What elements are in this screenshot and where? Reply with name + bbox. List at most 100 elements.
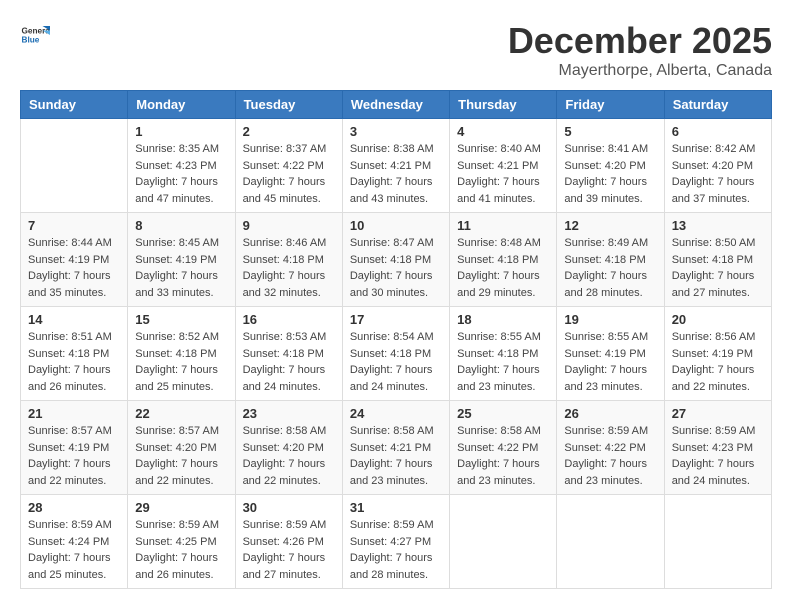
day-info: Sunrise: 8:52 AM Sunset: 4:18 PM Dayligh…: [135, 329, 227, 395]
calendar-cell: [664, 495, 771, 589]
calendar-week-row: 1 Sunrise: 8:35 AM Sunset: 4:23 PM Daylig…: [21, 119, 772, 213]
day-number: 14: [28, 312, 120, 327]
calendar-cell: 16Sunrise: 8:53 AM Sunset: 4:18 PM Dayli…: [235, 307, 342, 401]
day-info: Sunrise: 8:59 AM Sunset: 4:22 PM Dayligh…: [564, 423, 656, 489]
day-number: 16: [243, 312, 335, 327]
day-info: Sunrise: 8:46 AM Sunset: 4:18 PM Dayligh…: [243, 235, 335, 301]
weekday-header-row: SundayMondayTuesdayWednesdayThursdayFrid…: [21, 91, 772, 119]
calendar-cell: 11Sunrise: 8:48 AM Sunset: 4:18 PM Dayli…: [450, 213, 557, 307]
day-number: 13: [672, 218, 764, 233]
day-info: Sunrise: 8:58 AM Sunset: 4:22 PM Dayligh…: [457, 423, 549, 489]
day-info: Sunrise: 8:58 AM Sunset: 4:20 PM Dayligh…: [243, 423, 335, 489]
day-info: Sunrise: 8:54 AM Sunset: 4:18 PM Dayligh…: [350, 329, 442, 395]
calendar-cell: 20Sunrise: 8:56 AM Sunset: 4:19 PM Dayli…: [664, 307, 771, 401]
calendar-cell: [450, 495, 557, 589]
calendar-cell: 8 Sunrise: 8:45 AM Sunset: 4:19 PM Daylig…: [128, 213, 235, 307]
day-number: 31: [350, 500, 442, 515]
day-info: Sunrise: 8:59 AM Sunset: 4:26 PM Dayligh…: [243, 517, 335, 583]
calendar-cell: 31 Sunrise: 8:59 AM Sunset: 4:27 PM Dayli…: [342, 495, 449, 589]
day-number: 28: [28, 500, 120, 515]
calendar-week-row: 21 Sunrise: 8:57 AM Sunset: 4:19 PM Dayli…: [21, 401, 772, 495]
day-info: Sunrise: 8:51 AM Sunset: 4:18 PM Dayligh…: [28, 329, 120, 395]
day-info: Sunrise: 8:59 AM Sunset: 4:25 PM Dayligh…: [135, 517, 227, 583]
calendar-cell: 19Sunrise: 8:55 AM Sunset: 4:19 PM Dayli…: [557, 307, 664, 401]
calendar-cell: 6 Sunrise: 8:42 AM Sunset: 4:20 PM Daylig…: [664, 119, 771, 213]
day-number: 27: [672, 406, 764, 421]
calendar-cell: 5Sunrise: 8:41 AM Sunset: 4:20 PM Daylig…: [557, 119, 664, 213]
day-info: Sunrise: 8:59 AM Sunset: 4:24 PM Dayligh…: [28, 517, 120, 583]
day-number: 17: [350, 312, 442, 327]
day-number: 30: [243, 500, 335, 515]
day-info: Sunrise: 8:59 AM Sunset: 4:27 PM Dayligh…: [350, 517, 442, 583]
weekday-header-friday: Friday: [557, 91, 664, 119]
day-info: Sunrise: 8:56 AM Sunset: 4:19 PM Dayligh…: [672, 329, 764, 395]
calendar-cell: 30 Sunrise: 8:59 AM Sunset: 4:26 PM Dayli…: [235, 495, 342, 589]
day-info: Sunrise: 8:57 AM Sunset: 4:19 PM Dayligh…: [28, 423, 120, 489]
day-number: 22: [135, 406, 227, 421]
day-number: 24: [350, 406, 442, 421]
calendar-cell: 12 Sunrise: 8:49 AM Sunset: 4:18 PM Dayli…: [557, 213, 664, 307]
calendar-cell: 18Sunrise: 8:55 AM Sunset: 4:18 PM Dayli…: [450, 307, 557, 401]
calendar-cell: 1 Sunrise: 8:35 AM Sunset: 4:23 PM Daylig…: [128, 119, 235, 213]
calendar-table: SundayMondayTuesdayWednesdayThursdayFrid…: [20, 90, 772, 589]
calendar-cell: 9 Sunrise: 8:46 AM Sunset: 4:18 PM Daylig…: [235, 213, 342, 307]
calendar-cell: 3 Sunrise: 8:38 AM Sunset: 4:21 PM Daylig…: [342, 119, 449, 213]
logo-icon: General Blue: [20, 20, 50, 50]
month-title: December 2025: [508, 20, 772, 62]
calendar-cell: 28 Sunrise: 8:59 AM Sunset: 4:24 PM Dayli…: [21, 495, 128, 589]
day-number: 10: [350, 218, 442, 233]
day-number: 8: [135, 218, 227, 233]
page-header: General Blue December 2025 Mayerthorpe, …: [20, 20, 772, 80]
calendar-week-row: 14 Sunrise: 8:51 AM Sunset: 4:18 PM Dayli…: [21, 307, 772, 401]
calendar-cell: 10 Sunrise: 8:47 AM Sunset: 4:18 PM Dayli…: [342, 213, 449, 307]
calendar-cell: 14 Sunrise: 8:51 AM Sunset: 4:18 PM Dayli…: [21, 307, 128, 401]
day-info: Sunrise: 8:40 AM Sunset: 4:21 PM Dayligh…: [457, 141, 549, 207]
day-number: 7: [28, 218, 120, 233]
day-info: Sunrise: 8:35 AM Sunset: 4:23 PM Dayligh…: [135, 141, 227, 207]
day-number: 23: [243, 406, 335, 421]
day-number: 6: [672, 124, 764, 139]
day-number: 9: [243, 218, 335, 233]
calendar-cell: 7Sunrise: 8:44 AM Sunset: 4:19 PM Daylig…: [21, 213, 128, 307]
weekday-header-saturday: Saturday: [664, 91, 771, 119]
calendar-cell: 29 Sunrise: 8:59 AM Sunset: 4:25 PM Dayli…: [128, 495, 235, 589]
day-info: Sunrise: 8:38 AM Sunset: 4:21 PM Dayligh…: [350, 141, 442, 207]
calendar-cell: 15 Sunrise: 8:52 AM Sunset: 4:18 PM Dayli…: [128, 307, 235, 401]
day-number: 3: [350, 124, 442, 139]
day-number: 29: [135, 500, 227, 515]
weekday-header-monday: Monday: [128, 91, 235, 119]
day-info: Sunrise: 8:47 AM Sunset: 4:18 PM Dayligh…: [350, 235, 442, 301]
weekday-header-tuesday: Tuesday: [235, 91, 342, 119]
day-info: Sunrise: 8:55 AM Sunset: 4:19 PM Dayligh…: [564, 329, 656, 395]
day-number: 18: [457, 312, 549, 327]
calendar-week-row: 7Sunrise: 8:44 AM Sunset: 4:19 PM Daylig…: [21, 213, 772, 307]
calendar-cell: 21 Sunrise: 8:57 AM Sunset: 4:19 PM Dayli…: [21, 401, 128, 495]
calendar-cell: 2 Sunrise: 8:37 AM Sunset: 4:22 PM Daylig…: [235, 119, 342, 213]
day-info: Sunrise: 8:41 AM Sunset: 4:20 PM Dayligh…: [564, 141, 656, 207]
day-info: Sunrise: 8:45 AM Sunset: 4:19 PM Dayligh…: [135, 235, 227, 301]
day-info: Sunrise: 8:50 AM Sunset: 4:18 PM Dayligh…: [672, 235, 764, 301]
day-number: 15: [135, 312, 227, 327]
title-area: December 2025 Mayerthorpe, Alberta, Cana…: [508, 20, 772, 80]
day-number: 21: [28, 406, 120, 421]
calendar-week-row: 28 Sunrise: 8:59 AM Sunset: 4:24 PM Dayli…: [21, 495, 772, 589]
day-info: Sunrise: 8:42 AM Sunset: 4:20 PM Dayligh…: [672, 141, 764, 207]
calendar-cell: 22Sunrise: 8:57 AM Sunset: 4:20 PM Dayli…: [128, 401, 235, 495]
calendar-cell: [557, 495, 664, 589]
day-number: 12: [564, 218, 656, 233]
day-info: Sunrise: 8:37 AM Sunset: 4:22 PM Dayligh…: [243, 141, 335, 207]
day-number: 26: [564, 406, 656, 421]
location-title: Mayerthorpe, Alberta, Canada: [508, 62, 772, 80]
weekday-header-wednesday: Wednesday: [342, 91, 449, 119]
day-info: Sunrise: 8:58 AM Sunset: 4:21 PM Dayligh…: [350, 423, 442, 489]
day-info: Sunrise: 8:48 AM Sunset: 4:18 PM Dayligh…: [457, 235, 549, 301]
weekday-header-thursday: Thursday: [450, 91, 557, 119]
day-info: Sunrise: 8:59 AM Sunset: 4:23 PM Dayligh…: [672, 423, 764, 489]
calendar-cell: [21, 119, 128, 213]
day-number: 2: [243, 124, 335, 139]
day-number: 1: [135, 124, 227, 139]
calendar-cell: 23 Sunrise: 8:58 AM Sunset: 4:20 PM Dayli…: [235, 401, 342, 495]
calendar-cell: 26 Sunrise: 8:59 AM Sunset: 4:22 PM Dayli…: [557, 401, 664, 495]
day-number: 25: [457, 406, 549, 421]
day-info: Sunrise: 8:49 AM Sunset: 4:18 PM Dayligh…: [564, 235, 656, 301]
